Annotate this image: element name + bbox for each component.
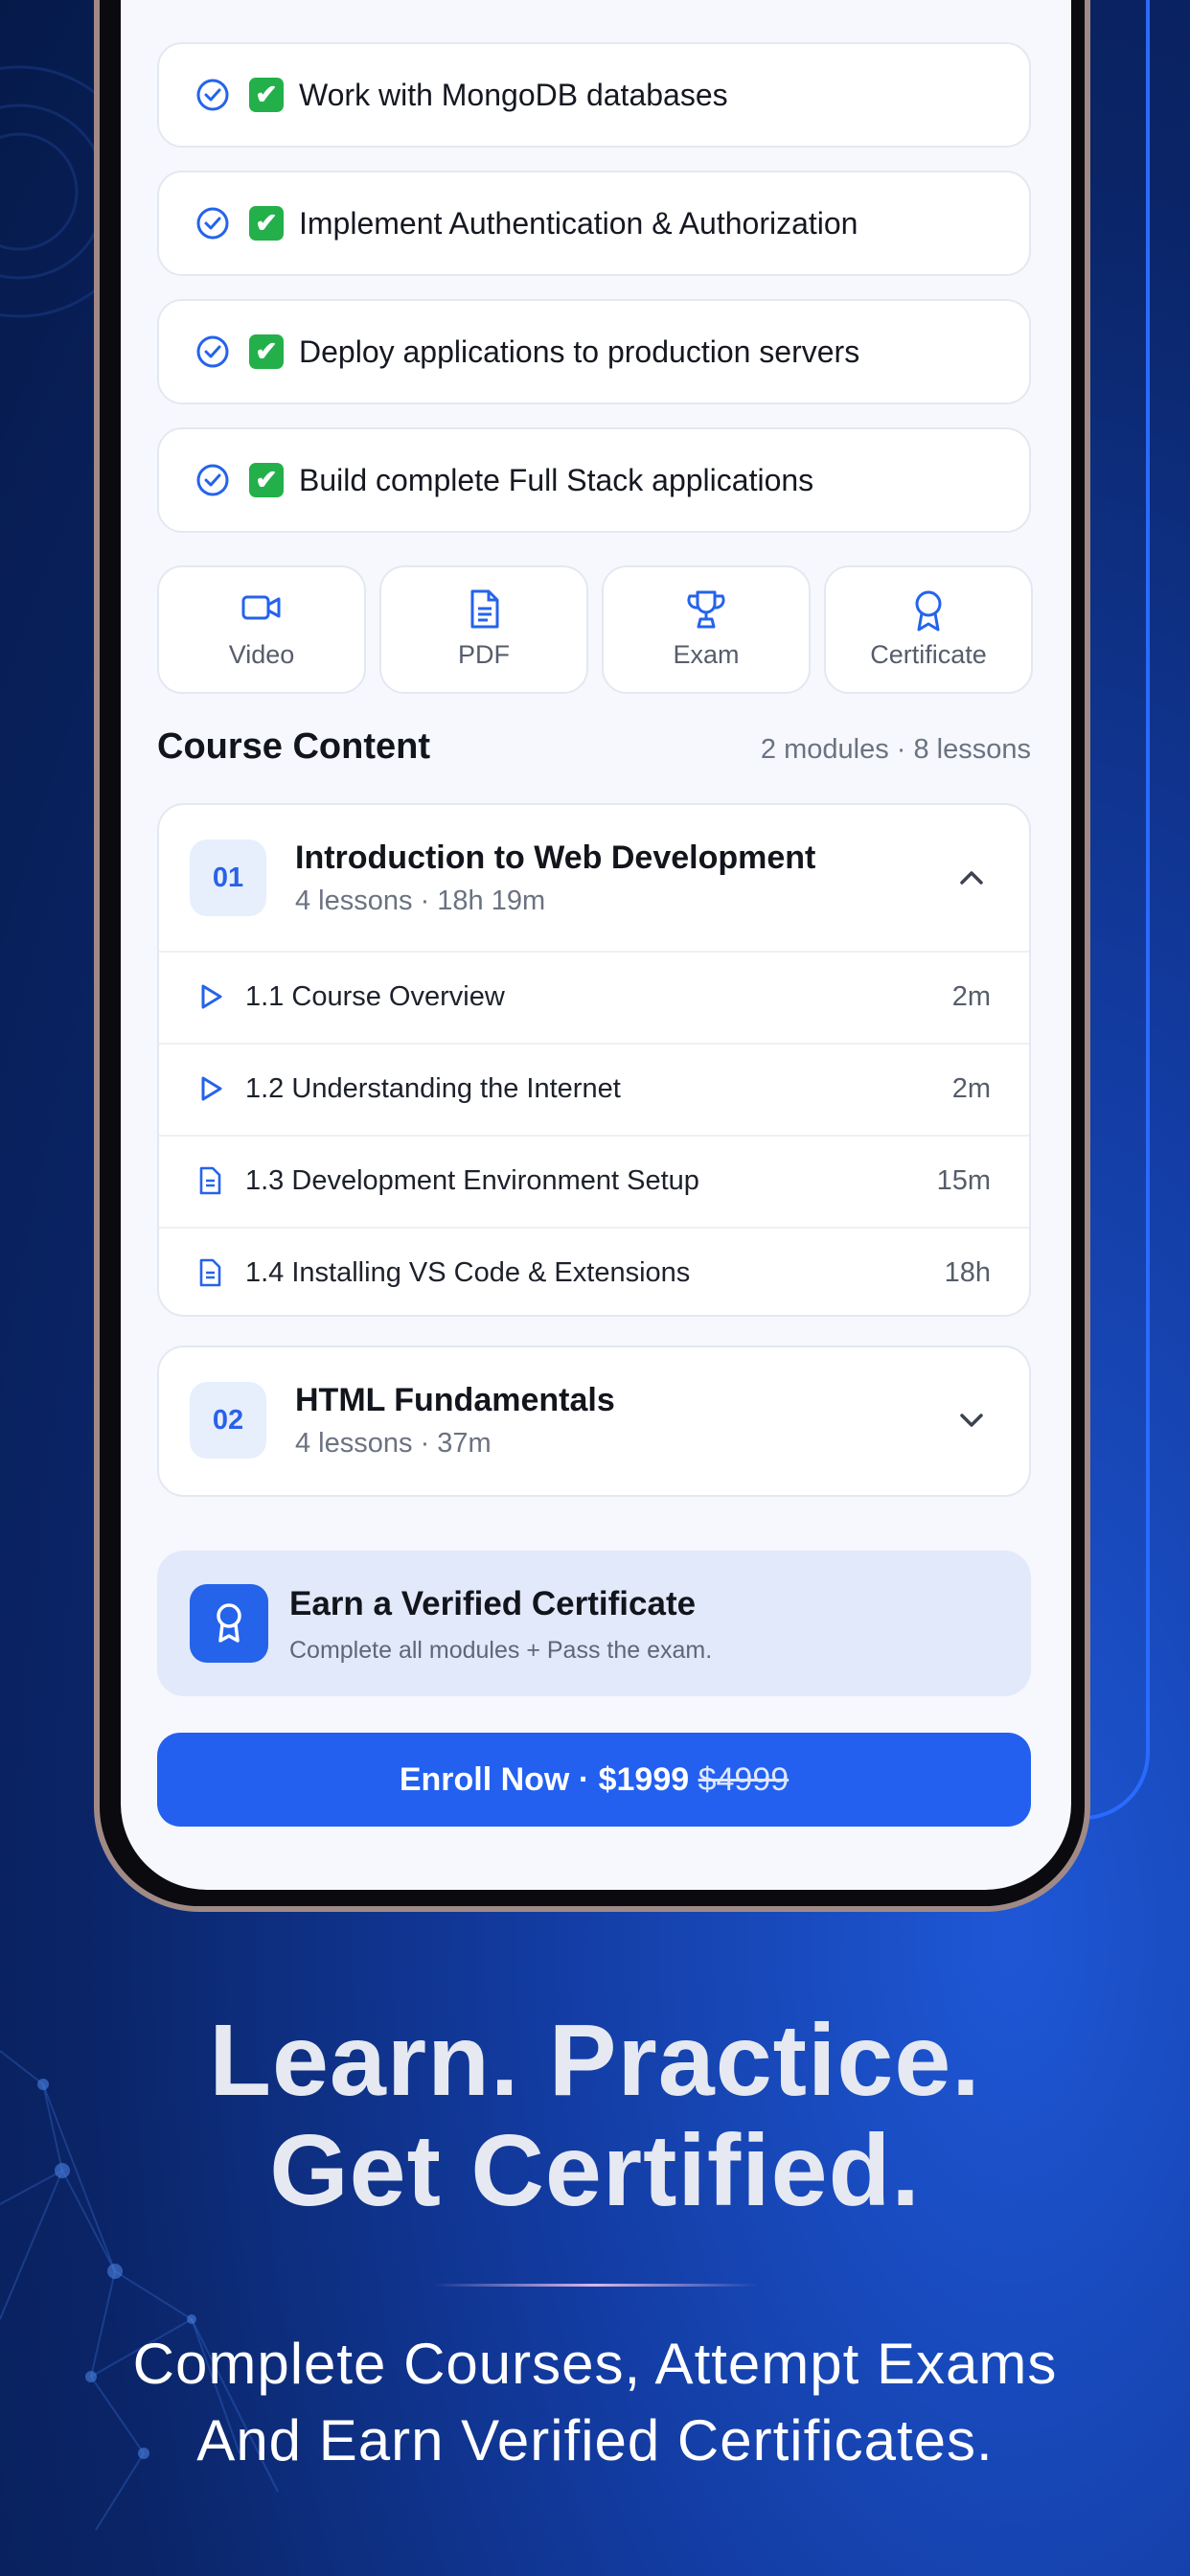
enroll-label: Enroll Now · $1999 bbox=[399, 1761, 690, 1798]
certificate-banner: Earn a Verified Certificate Complete all… bbox=[157, 1551, 1031, 1696]
green-check-icon: ✔ bbox=[249, 78, 284, 112]
check-circle-icon bbox=[196, 207, 229, 240]
certificate-subtitle: Complete all modules + Pass the exam. bbox=[289, 1637, 713, 1664]
document-icon bbox=[199, 1258, 221, 1287]
check-circle-icon bbox=[196, 79, 229, 111]
lesson-row[interactable]: 1.3 Development Environment Setup 15m bbox=[159, 1135, 1029, 1227]
play-icon bbox=[201, 984, 222, 1009]
document-icon bbox=[199, 1166, 221, 1195]
headline-line-1: Learn. Practice. bbox=[209, 2004, 981, 2117]
module-header[interactable]: 02 HTML Fundamentals 4 lessons · 37m bbox=[159, 1347, 1029, 1493]
outcome-item: ✔ Deploy applications to production serv… bbox=[157, 299, 1031, 404]
module-card-01: 01 Introduction to Web Development 4 les… bbox=[157, 803, 1031, 1317]
award-icon bbox=[217, 1603, 241, 1643]
module-number: 02 bbox=[190, 1382, 266, 1459]
outcome-text: Implement Authentication & Authorization bbox=[299, 205, 858, 241]
lesson-title: 1.4 Installing VS Code & Extensions bbox=[245, 1257, 691, 1288]
lesson-duration: 18h bbox=[944, 1257, 991, 1288]
enroll-button[interactable]: Enroll Now · $1999 $4999 bbox=[157, 1733, 1031, 1827]
certificate-badge bbox=[190, 1584, 268, 1663]
lesson-row[interactable]: 1.1 Course Overview 2m bbox=[159, 951, 1029, 1043]
outcome-item: ✔ Implement Authentication & Authorizati… bbox=[157, 171, 1031, 276]
lesson-duration: 2m bbox=[951, 981, 991, 1012]
module-subtitle: 4 lessons · 37m bbox=[295, 1428, 492, 1459]
app-screen: ✔ Work with MongoDB databases ✔ Implemen… bbox=[121, 0, 1071, 1890]
green-check-icon: ✔ bbox=[249, 463, 284, 497]
old-price: $4999 bbox=[698, 1761, 790, 1798]
lesson-duration: 2m bbox=[951, 1073, 991, 1104]
lesson-row[interactable]: 1.2 Understanding the Internet 2m bbox=[159, 1043, 1029, 1135]
feature-video[interactable]: Video bbox=[157, 565, 366, 694]
feature-label: Certificate bbox=[870, 640, 987, 669]
chevron-down-icon[interactable] bbox=[952, 1401, 991, 1439]
course-content-title: Course Content bbox=[157, 726, 430, 767]
feature-exam[interactable]: Exam bbox=[602, 565, 811, 694]
chevron-up-icon[interactable] bbox=[952, 859, 991, 897]
module-header[interactable]: 01 Introduction to Web Development 4 les… bbox=[159, 805, 1029, 951]
check-circle-icon bbox=[196, 464, 229, 496]
outcome-text: Deploy applications to production server… bbox=[299, 334, 860, 369]
lesson-duration: 15m bbox=[936, 1165, 991, 1196]
feature-label: Video bbox=[228, 640, 295, 669]
outcome-item: ✔ Work with MongoDB databases bbox=[157, 42, 1031, 148]
trophy-icon bbox=[687, 590, 725, 629]
subline-1: Complete Courses, Attempt Exams bbox=[132, 2332, 1058, 2396]
subline-2: And Earn Verified Certificates. bbox=[196, 2408, 994, 2472]
feature-certificate[interactable]: Certificate bbox=[824, 565, 1033, 694]
divider-line bbox=[432, 2284, 758, 2287]
module-card-02: 02 HTML Fundamentals 4 lessons · 37m bbox=[157, 1346, 1031, 1497]
certificate-title: Earn a Verified Certificate bbox=[289, 1585, 697, 1622]
feature-pdf[interactable]: PDF bbox=[379, 565, 588, 694]
outcome-text: Work with MongoDB databases bbox=[299, 77, 728, 112]
lesson-title: 1.1 Course Overview bbox=[245, 981, 505, 1012]
module-title: Introduction to Web Development bbox=[295, 840, 816, 876]
video-icon bbox=[241, 595, 281, 620]
lesson-title: 1.3 Development Environment Setup bbox=[245, 1165, 699, 1196]
feature-label: Exam bbox=[673, 640, 740, 669]
award-icon bbox=[915, 590, 942, 632]
green-check-icon: ✔ bbox=[249, 334, 284, 369]
lesson-row[interactable]: 1.4 Installing VS Code & Extensions 18h bbox=[159, 1227, 1029, 1315]
outcome-item: ✔ Build complete Full Stack applications bbox=[157, 427, 1031, 533]
course-content-meta: 2 modules · 8 lessons bbox=[760, 734, 1031, 765]
outcome-text: Build complete Full Stack applications bbox=[299, 462, 814, 497]
module-subtitle: 4 lessons · 18h 19m bbox=[295, 886, 546, 916]
play-icon bbox=[201, 1076, 222, 1101]
lesson-title: 1.2 Understanding the Internet bbox=[245, 1073, 621, 1104]
document-icon bbox=[470, 589, 499, 629]
feature-label: PDF bbox=[458, 640, 510, 669]
module-title: HTML Fundamentals bbox=[295, 1382, 615, 1418]
module-number: 01 bbox=[190, 840, 266, 916]
check-circle-icon bbox=[196, 335, 229, 368]
headline-line-2: Get Certified. bbox=[269, 2114, 921, 2227]
green-check-icon: ✔ bbox=[249, 206, 284, 241]
